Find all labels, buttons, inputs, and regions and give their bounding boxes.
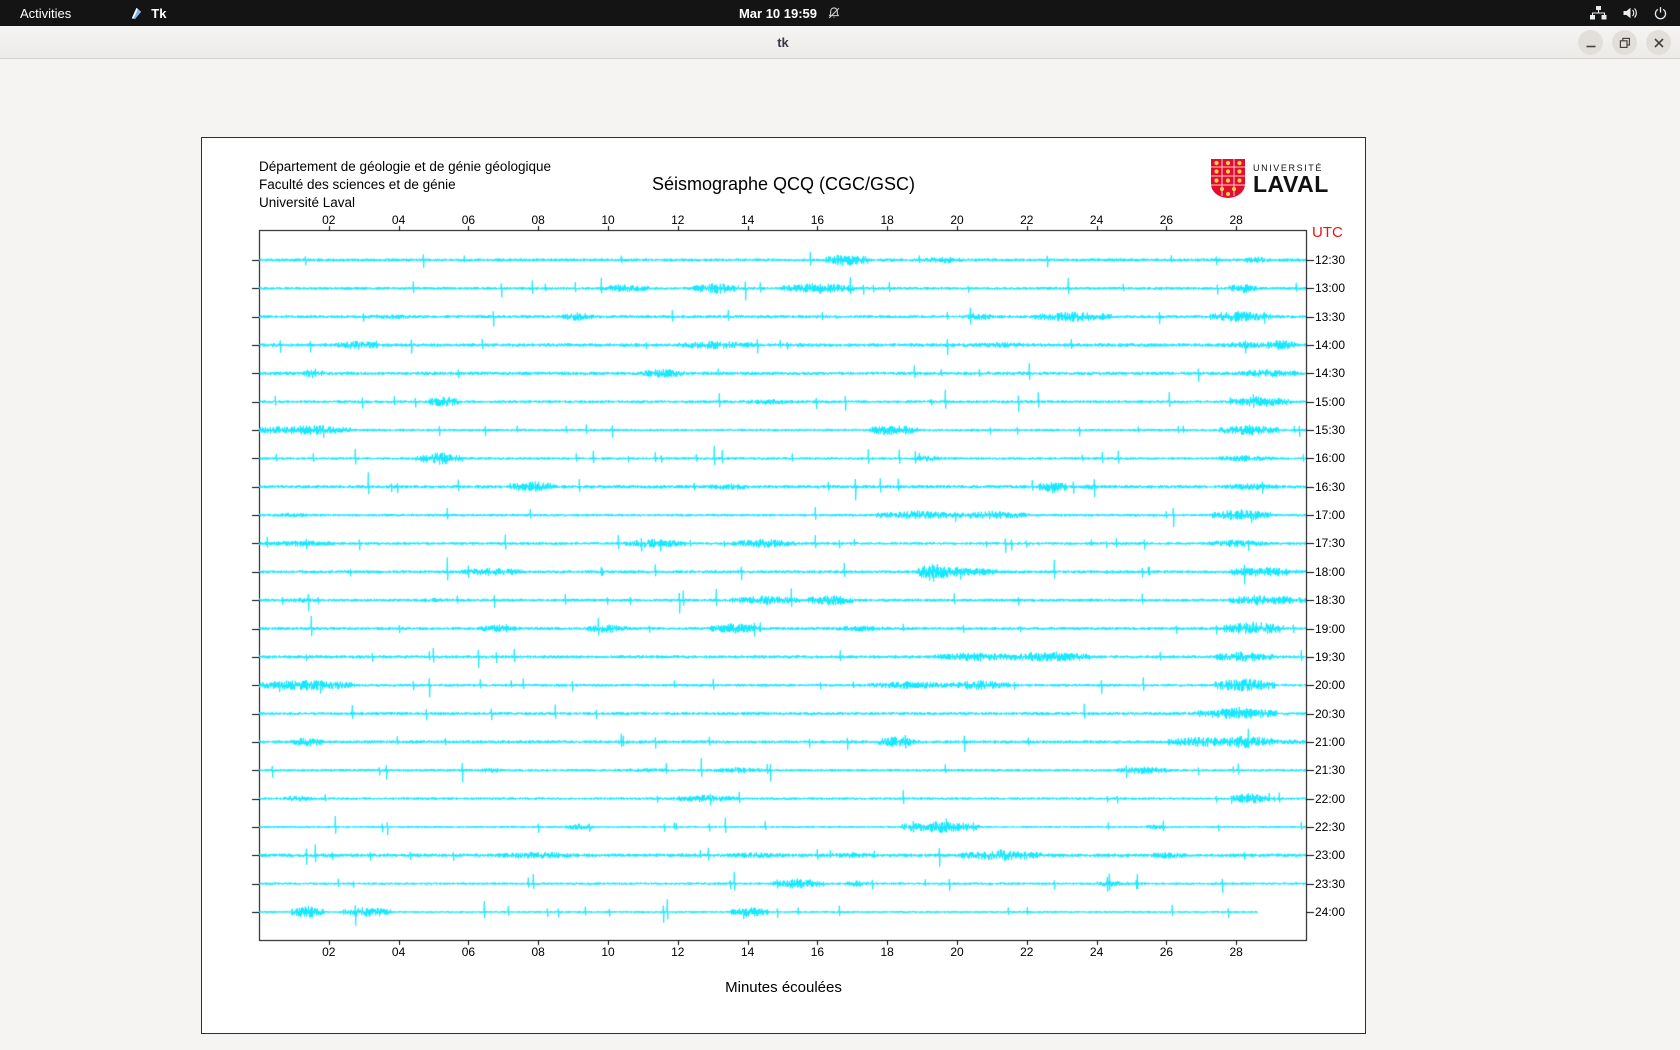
utc-time-label: 15:00 xyxy=(1315,395,1345,409)
utc-time-label: 15:30 xyxy=(1315,423,1345,437)
focused-app-label: Tk xyxy=(151,6,166,21)
x-tick-label-top: 26 xyxy=(1160,213,1173,227)
x-tick-label-top: 12 xyxy=(671,213,684,227)
window-titlebar[interactable]: tk xyxy=(0,26,1680,59)
utc-time-label: 13:00 xyxy=(1315,281,1345,295)
activities-button[interactable]: Activities xyxy=(14,4,77,23)
clock-menu[interactable]: Mar 10 19:59 xyxy=(739,6,841,21)
x-tick-label-bottom: 14 xyxy=(741,945,754,959)
university-logo: UNIVERSITÉ LAVAL xyxy=(1210,158,1329,199)
utc-time-label: 16:00 xyxy=(1315,451,1345,465)
utc-time-label: 20:30 xyxy=(1315,707,1345,721)
x-tick-label-bottom: 26 xyxy=(1160,945,1173,959)
x-tick-label-bottom: 20 xyxy=(950,945,963,959)
x-tick-label-top: 24 xyxy=(1090,213,1103,227)
x-tick-label-bottom: 06 xyxy=(462,945,475,959)
utc-time-label: 22:00 xyxy=(1315,792,1345,806)
x-tick-label-top: 18 xyxy=(881,213,894,227)
x-tick-label-bottom: 10 xyxy=(601,945,614,959)
utc-time-label: 22:30 xyxy=(1315,820,1345,834)
x-tick-label-top: 14 xyxy=(741,213,754,227)
x-tick-label-top: 06 xyxy=(462,213,475,227)
x-tick-label-top: 08 xyxy=(532,213,545,227)
volume-icon xyxy=(1622,6,1638,20)
utc-time-label: 18:30 xyxy=(1315,593,1345,607)
utc-time-label: 14:30 xyxy=(1315,366,1345,380)
focused-app-menu[interactable]: Tk xyxy=(129,6,166,21)
window-title: tk xyxy=(777,35,789,50)
seismograph-area: Département de géologie et de génie géol… xyxy=(201,137,1366,1034)
x-tick-label-top: 04 xyxy=(392,213,405,227)
seismogram-canvas xyxy=(247,218,1318,952)
close-button[interactable] xyxy=(1646,30,1671,55)
top-bar-left: Activities Tk xyxy=(0,4,166,23)
utc-label: UTC xyxy=(1312,224,1343,241)
system-status-area[interactable] xyxy=(1590,0,1668,26)
x-tick-label-bottom: 12 xyxy=(671,945,684,959)
x-tick-label-top: 10 xyxy=(601,213,614,227)
x-tick-label-top: 02 xyxy=(322,213,335,227)
institution-line: Université Laval xyxy=(259,194,551,212)
window-content: Département de géologie et de génie géol… xyxy=(0,59,1680,1050)
top-bar: Activities Tk Mar 10 19:59 xyxy=(0,0,1680,26)
utc-time-label: 20:00 xyxy=(1315,678,1345,692)
x-tick-label-bottom: 22 xyxy=(1020,945,1033,959)
utc-time-label: 18:00 xyxy=(1315,565,1345,579)
utc-time-label: 24:00 xyxy=(1315,905,1345,919)
minimize-icon xyxy=(1585,37,1597,49)
utc-time-label: 21:00 xyxy=(1315,735,1345,749)
bell-slash-icon xyxy=(827,6,841,20)
plot-title: Séismographe QCQ (CGC/GSC) xyxy=(202,174,1365,195)
utc-time-label: 14:00 xyxy=(1315,338,1345,352)
logo-text: UNIVERSITÉ LAVAL xyxy=(1253,163,1329,195)
clock-label: Mar 10 19:59 xyxy=(739,6,817,21)
utc-time-label: 17:00 xyxy=(1315,508,1345,522)
window-controls xyxy=(1578,30,1671,55)
x-tick-label-bottom: 24 xyxy=(1090,945,1103,959)
x-tick-label-bottom: 18 xyxy=(881,945,894,959)
x-tick-label-top: 28 xyxy=(1230,213,1243,227)
utc-time-label: 13:30 xyxy=(1315,310,1345,324)
x-tick-label-bottom: 08 xyxy=(532,945,545,959)
utc-time-label: 16:30 xyxy=(1315,480,1345,494)
x-axis-label: Minutes écoulées xyxy=(202,979,1365,996)
utc-time-label: 23:00 xyxy=(1315,848,1345,862)
x-tick-label-bottom: 16 xyxy=(811,945,824,959)
utc-time-label: 19:00 xyxy=(1315,622,1345,636)
laval-shield-icon xyxy=(1210,158,1246,199)
logo-laval: LAVAL xyxy=(1253,173,1329,195)
utc-time-label: 12:30 xyxy=(1315,253,1345,267)
power-icon xyxy=(1653,6,1668,21)
x-tick-label-top: 20 xyxy=(950,213,963,227)
restore-icon xyxy=(1619,37,1631,49)
minimize-button[interactable] xyxy=(1578,30,1603,55)
x-tick-label-bottom: 04 xyxy=(392,945,405,959)
tk-app-icon xyxy=(129,6,144,21)
utc-time-label: 23:30 xyxy=(1315,877,1345,891)
x-tick-label-bottom: 02 xyxy=(322,945,335,959)
utc-time-label: 17:30 xyxy=(1315,536,1345,550)
close-icon xyxy=(1653,37,1665,49)
utc-time-label: 21:30 xyxy=(1315,763,1345,777)
x-tick-label-bottom: 28 xyxy=(1230,945,1243,959)
maximize-button[interactable] xyxy=(1612,30,1637,55)
x-tick-label-top: 16 xyxy=(811,213,824,227)
network-icon xyxy=(1590,6,1607,20)
utc-time-label: 19:30 xyxy=(1315,650,1345,664)
x-tick-label-top: 22 xyxy=(1020,213,1033,227)
